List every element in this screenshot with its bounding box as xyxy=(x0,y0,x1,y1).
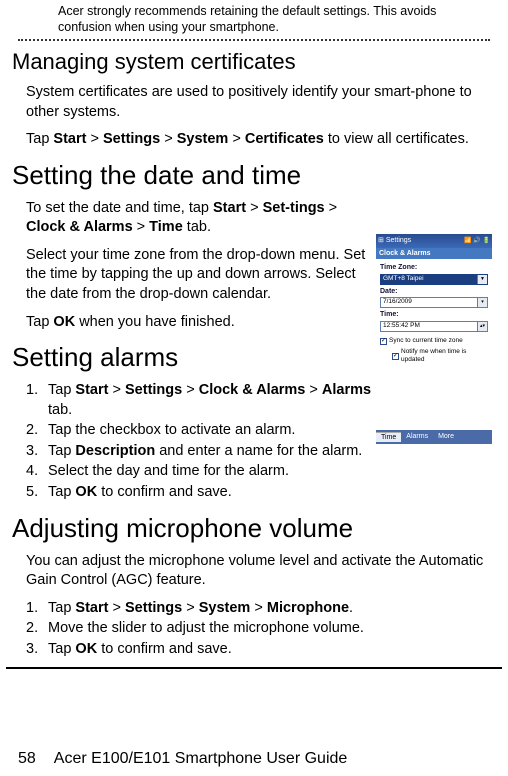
ss-notify-checkbox-row[interactable]: ✓ Notify me when time is updated xyxy=(392,348,488,366)
heading-date-time: Setting the date and time xyxy=(12,158,496,193)
date-paragraph-2: Select your time zone from the drop-down… xyxy=(26,246,366,305)
guide-title: Acer E100/E101 Smartphone User Guide xyxy=(54,748,348,770)
heading-mic-volume: Adjusting microphone volume xyxy=(12,511,496,546)
retain-defaults-note: Acer strongly recommends retaining the d… xyxy=(58,4,490,35)
page-footer: 58 Acer E100/E101 Smartphone User Guide xyxy=(0,748,508,770)
ss-sync-label: Sync to current time zone xyxy=(389,337,463,346)
list-item: Move the slider to adjust the microphone… xyxy=(26,619,490,639)
ss-body: Time Zone: GMT+8 Taipei ▼ Date: 7/16/200… xyxy=(376,259,492,365)
ss-time-value: 12:55:42 PM xyxy=(383,322,420,331)
ss-time-combo[interactable]: 12:55:42 PM ▴▾ xyxy=(380,321,488,332)
ss-date-combo[interactable]: 7/16/2009 ▾ xyxy=(380,297,488,308)
ss-tz-combo[interactable]: GMT+8 Taipei ▼ xyxy=(380,274,488,285)
list-item: Tap Start > Settings > System > Micropho… xyxy=(26,599,490,619)
ss-sync-checkbox-row[interactable]: ✓ Sync to current time zone xyxy=(380,337,488,346)
footer-divider xyxy=(6,667,502,669)
ss-tz-value: GMT+8 Taipei xyxy=(383,275,424,284)
ss-status-icons: 📶 🔊 🔋 xyxy=(464,237,490,245)
ss-bottom-tabs: Time Alarms More xyxy=(376,430,492,444)
spinner-icon: ▴▾ xyxy=(477,322,487,331)
list-item: Tap Description and enter a name for the… xyxy=(26,442,490,462)
chevron-down-icon: ▼ xyxy=(477,275,487,284)
ss-date-value: 7/16/2009 xyxy=(383,298,412,307)
device-screenshot: ⊞ Settings 📶 🔊 🔋 Clock & Alarms Time Zon… xyxy=(376,234,492,444)
list-item: Tap OK to confirm and save. xyxy=(26,640,490,660)
ss-section-header: Clock & Alarms xyxy=(376,248,492,259)
dotted-divider xyxy=(18,39,490,41)
ss-titlebar: ⊞ Settings 📶 🔊 🔋 xyxy=(376,234,492,248)
certs-paragraph-1: System certificates are used to positive… xyxy=(26,83,490,122)
mic-paragraph-1: You can adjust the microphone volume lev… xyxy=(26,552,490,591)
date-paragraph-3: Tap OK when you have finished. xyxy=(26,313,366,333)
heading-managing-certs: Managing system certificates xyxy=(12,47,496,77)
ss-date-label: Date: xyxy=(380,287,488,296)
list-item: Select the day and time for the alarm. xyxy=(26,462,490,482)
mic-steps: Tap Start > Settings > System > Micropho… xyxy=(26,599,490,660)
chevron-down-icon: ▾ xyxy=(477,298,487,307)
ss-title: Settings xyxy=(386,236,462,245)
certs-paragraph-2: Tap Start > Settings > System > Certific… xyxy=(26,130,490,150)
list-item: Tap OK to confirm and save. xyxy=(26,483,490,503)
ss-tz-label: Time Zone: xyxy=(380,263,488,272)
date-paragraph-1: To set the date and time, tap Start > Se… xyxy=(26,199,366,238)
ss-tab-alarms[interactable]: Alarms xyxy=(401,432,433,441)
ss-tab-time[interactable]: Time xyxy=(376,432,401,442)
windows-flag-icon: ⊞ xyxy=(378,236,384,245)
ss-notify-label: Notify me when time is updated xyxy=(401,348,488,366)
checkbox-checked-icon: ✓ xyxy=(380,338,387,345)
checkbox-checked-icon: ✓ xyxy=(392,353,399,360)
ss-time-label: Time: xyxy=(380,310,488,319)
ss-tab-more[interactable]: More xyxy=(433,432,459,441)
page-number: 58 xyxy=(18,748,36,770)
